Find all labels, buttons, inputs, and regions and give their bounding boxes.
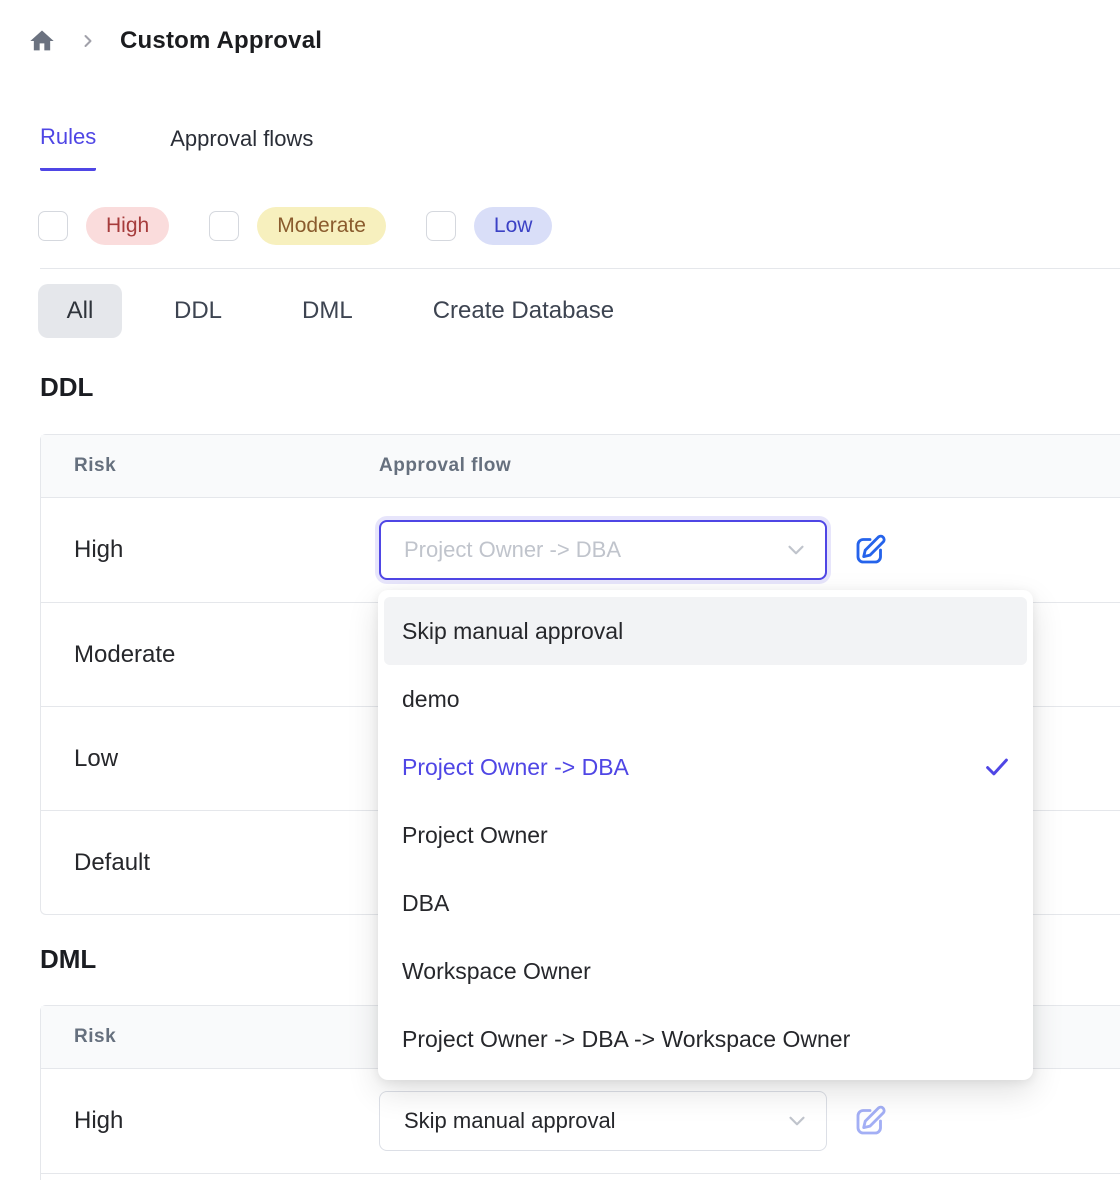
ddl-table-header: Risk Approval flow [41, 435, 1120, 498]
dropdown-option-skip-manual-approval[interactable]: Skip manual approval [384, 597, 1027, 665]
approval-flow-dropdown: Skip manual approval demo Project Owner … [378, 590, 1033, 1080]
column-header-approval-flow: Approval flow [379, 455, 1120, 477]
category-tab-bar: All DDL DML Create Database [38, 284, 614, 338]
custom-approval-page: Custom Approval Rules Approval flows Hig… [0, 0, 1120, 1180]
table-row-partial [41, 1173, 1120, 1180]
edit-icon [852, 532, 888, 568]
approval-flow-cell: Project Owner -> DBA [379, 520, 1120, 580]
risk-cell: High [41, 1107, 379, 1135]
divider [40, 268, 1120, 269]
dropdown-option-project-owner[interactable]: Project Owner [384, 801, 1027, 869]
select-value: Skip manual approval [404, 1108, 616, 1134]
risk-checkbox-moderate[interactable] [209, 211, 239, 241]
chevron-down-icon [783, 537, 809, 563]
table-row-ddl-high: High Project Owner -> DBA [41, 498, 1120, 602]
risk-cell: High [41, 536, 379, 564]
risk-cell: Moderate [41, 641, 379, 669]
edit-flow-button-ddl-high[interactable] [851, 531, 889, 569]
risk-checkbox-high[interactable] [38, 211, 68, 241]
category-tab-dml[interactable]: DML [302, 297, 353, 325]
home-icon[interactable] [28, 27, 56, 55]
tab-rules[interactable]: Rules [40, 124, 96, 171]
category-tab-create-database[interactable]: Create Database [433, 297, 614, 325]
dropdown-option-demo[interactable]: demo [384, 665, 1027, 733]
dropdown-option-project-owner-dba[interactable]: Project Owner -> DBA [384, 733, 1027, 801]
tab-bar: Rules Approval flows [40, 124, 313, 171]
option-label: Project Owner -> DBA [402, 754, 629, 781]
check-icon [982, 752, 1012, 782]
approval-flow-select-dml-high[interactable]: Skip manual approval [379, 1091, 827, 1151]
dropdown-option-workspace-owner[interactable]: Workspace Owner [384, 937, 1027, 1005]
chevron-down-icon [784, 1108, 810, 1134]
edit-icon [852, 1103, 888, 1139]
risk-badge-moderate: Moderate [257, 207, 386, 245]
risk-checkbox-low[interactable] [426, 211, 456, 241]
column-header-risk: Risk [41, 1026, 379, 1048]
category-tab-all[interactable]: All [38, 284, 122, 338]
table-row-dml-high: High Skip manual approval [41, 1069, 1120, 1173]
section-title-dml: DML [40, 944, 96, 975]
edit-flow-button-dml-high[interactable] [851, 1102, 889, 1140]
risk-cell: Low [41, 745, 379, 773]
risk-filter-row: High Moderate Low [38, 204, 592, 248]
risk-badge-high: High [86, 207, 169, 245]
page-title: Custom Approval [120, 27, 322, 55]
approval-flow-cell: Skip manual approval [379, 1091, 1120, 1151]
breadcrumb: Custom Approval [28, 24, 322, 58]
tab-approval-flows[interactable]: Approval flows [170, 124, 313, 171]
column-header-risk: Risk [41, 455, 379, 477]
risk-badge-low: Low [474, 207, 553, 245]
dropdown-option-project-owner-dba-workspace-owner[interactable]: Project Owner -> DBA -> Workspace Owner [384, 1005, 1027, 1073]
approval-flow-select-ddl-high[interactable]: Project Owner -> DBA [379, 520, 827, 580]
breadcrumb-chevron-icon [78, 31, 98, 51]
section-title-ddl: DDL [40, 372, 93, 403]
risk-cell: Default [41, 849, 379, 877]
category-tab-ddl[interactable]: DDL [174, 297, 222, 325]
select-value: Project Owner -> DBA [404, 537, 621, 563]
dropdown-option-dba[interactable]: DBA [384, 869, 1027, 937]
